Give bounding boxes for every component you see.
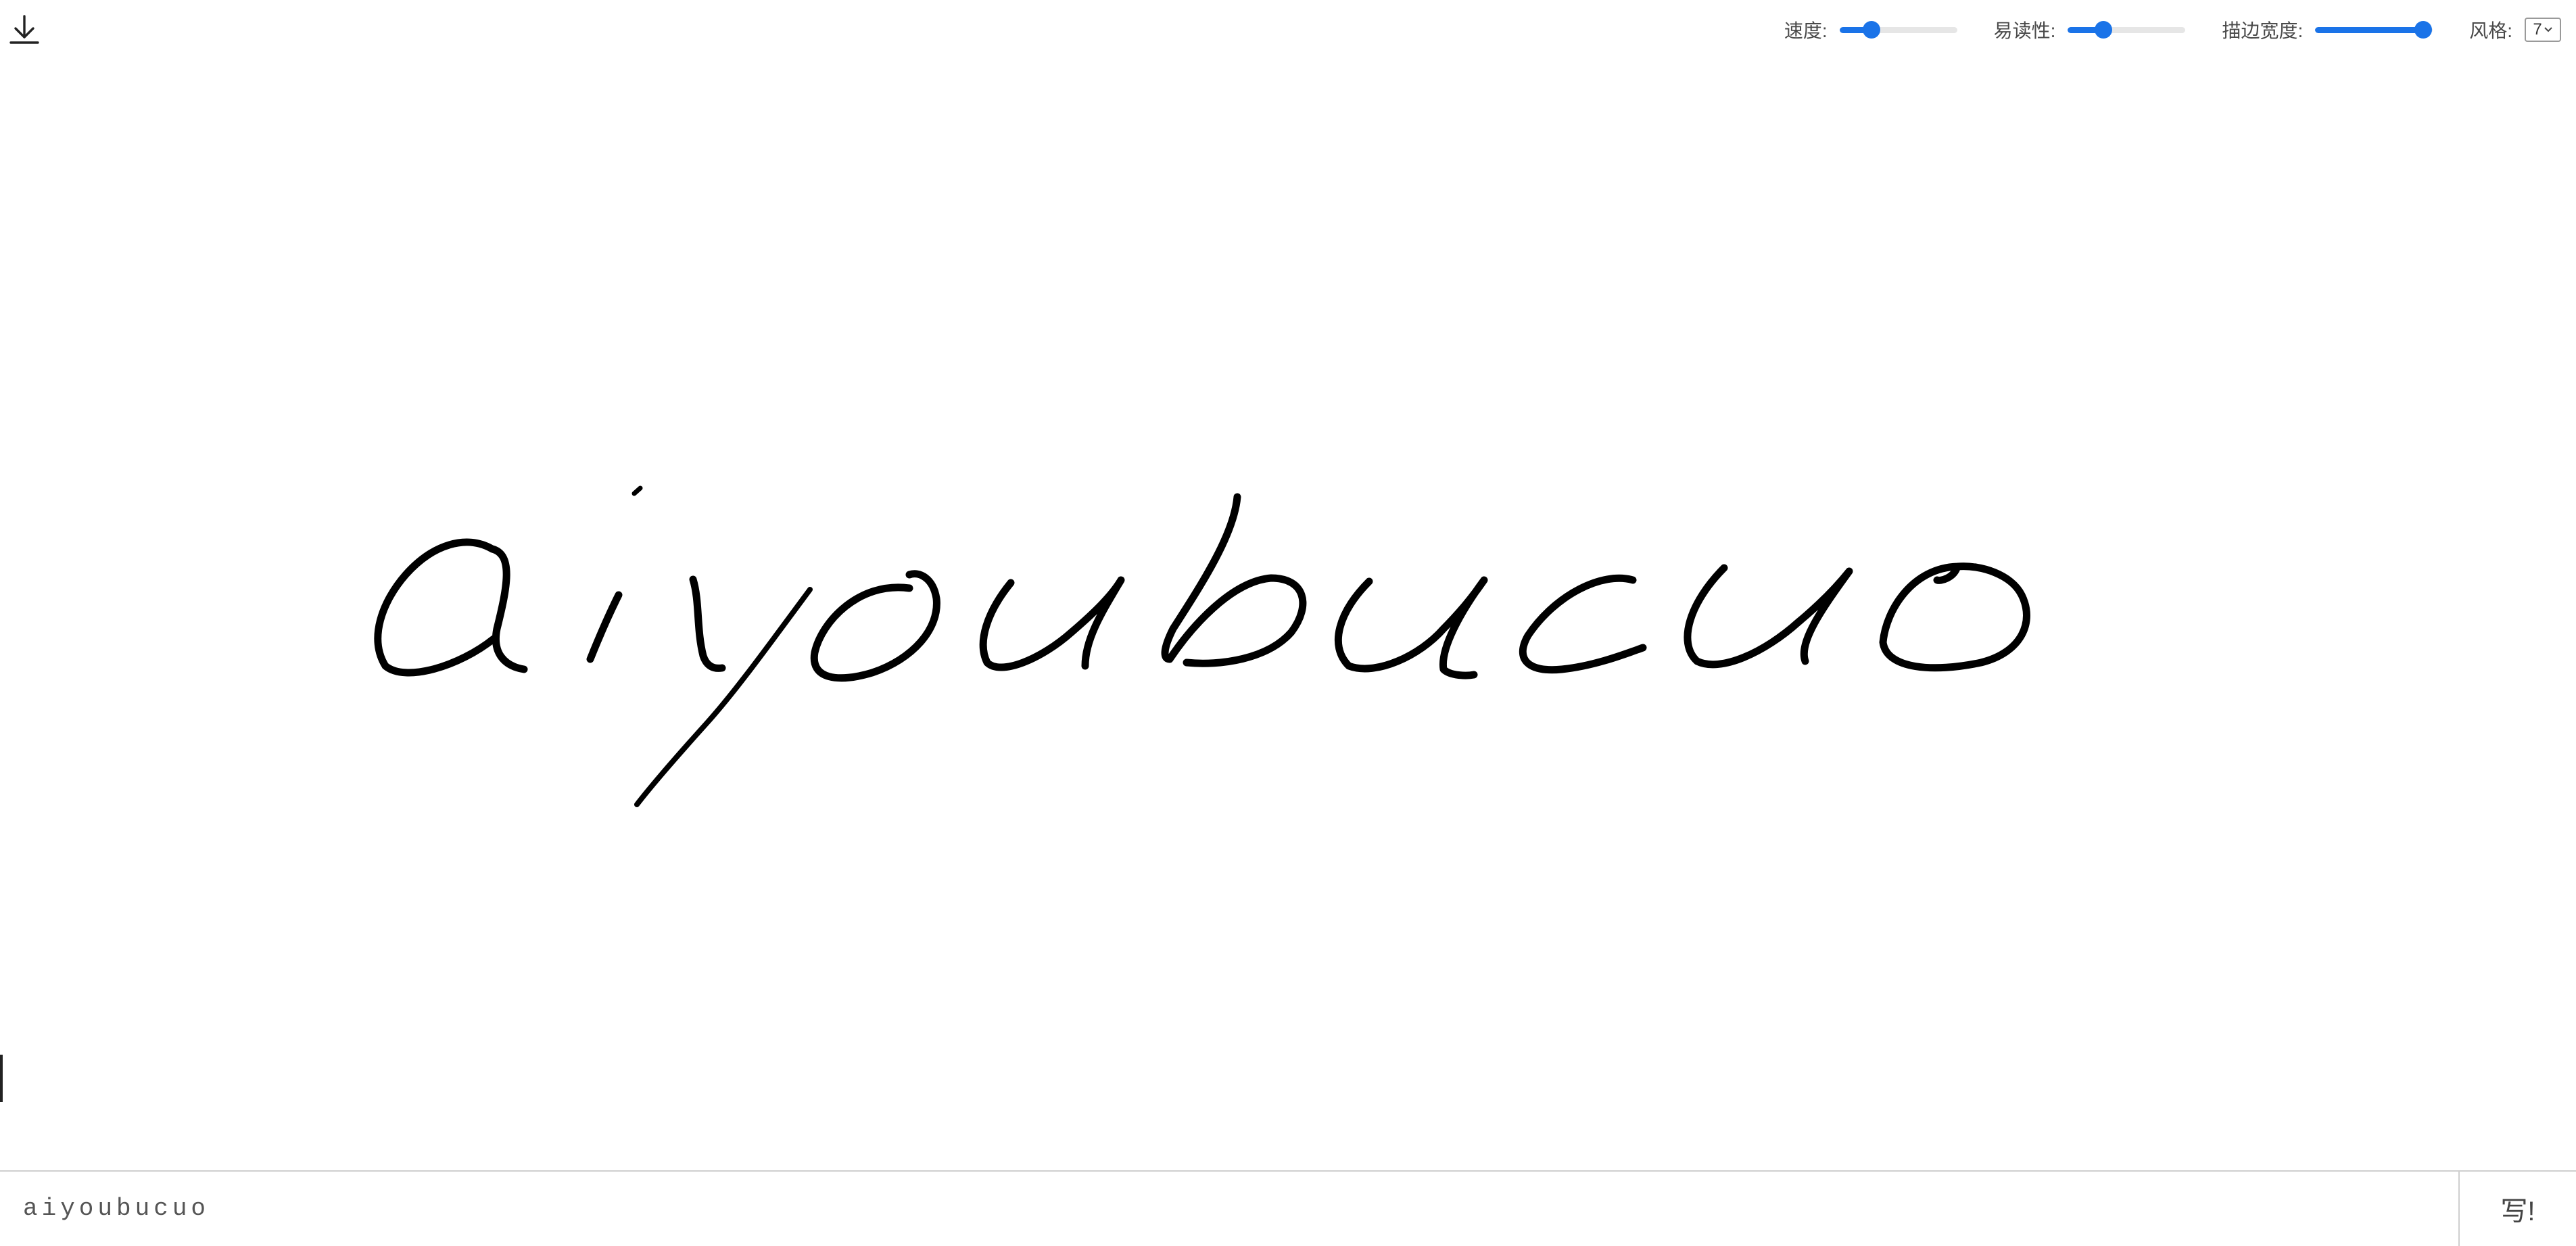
stroke-width-slider[interactable] (2315, 20, 2433, 40)
slider-track (2068, 27, 2186, 33)
legibility-label: 易读性: (1993, 20, 2056, 41)
input-bar: 写! (0, 1170, 2576, 1246)
drawing-canvas[interactable]: aiyoubucuo (0, 61, 2576, 1170)
stroke-letter-b (1161, 493, 1307, 667)
stroke-letter-y (689, 575, 726, 672)
stroke-letter-o-2 (1879, 562, 2030, 672)
legibility-control: 易读性: (1994, 16, 2186, 43)
stroke-letter-y-tail (634, 587, 813, 807)
style-label: 风格: (2469, 20, 2512, 41)
slider-thumb[interactable] (2094, 21, 2112, 39)
handwritten-text: aiyoubucuo (374, 485, 2030, 807)
stroke-letter-u (979, 576, 1125, 671)
speed-control: 速度: (1784, 16, 1957, 43)
dot-letter-i (631, 485, 643, 496)
stroke-width-control: 描边宽度: (2222, 16, 2433, 43)
style-select-value: 7 (2533, 20, 2542, 39)
stroke-letter-o (810, 570, 940, 682)
stroke-letter-c (1519, 574, 1647, 674)
download-button[interactable] (7, 12, 42, 47)
chevron-down-icon (2544, 27, 2552, 32)
handwriting-app: 速度: 易读性: 描边宽度: 风格: 7 aiyoubucuo 写! (0, 0, 2576, 1246)
stroke-letter-u-2 (1335, 576, 1488, 679)
slider-fill (2315, 27, 2424, 33)
stroke-letter-a (374, 538, 528, 677)
stroke-letter-i (586, 591, 623, 663)
text-caret (0, 1055, 3, 1102)
text-input[interactable] (0, 1172, 2458, 1245)
stroke-letter-u-3 (1684, 564, 1853, 669)
slider-track (1839, 27, 1957, 33)
write-button[interactable]: 写! (2458, 1172, 2576, 1246)
legibility-slider[interactable] (2068, 20, 2186, 40)
style-control: 风格: 7 (2469, 16, 2561, 43)
speed-slider[interactable] (1839, 20, 1957, 40)
stroke-width-label: 描边宽度: (2222, 20, 2304, 41)
speed-label: 速度: (1784, 20, 1828, 41)
download-icon (9, 15, 39, 44)
slider-thumb[interactable] (2414, 21, 2433, 39)
slider-thumb[interactable] (1862, 21, 1880, 39)
controls-bar: 速度: 易读性: 描边宽度: 风格: 7 (1784, 12, 2561, 47)
style-select[interactable]: 7 (2525, 18, 2561, 42)
